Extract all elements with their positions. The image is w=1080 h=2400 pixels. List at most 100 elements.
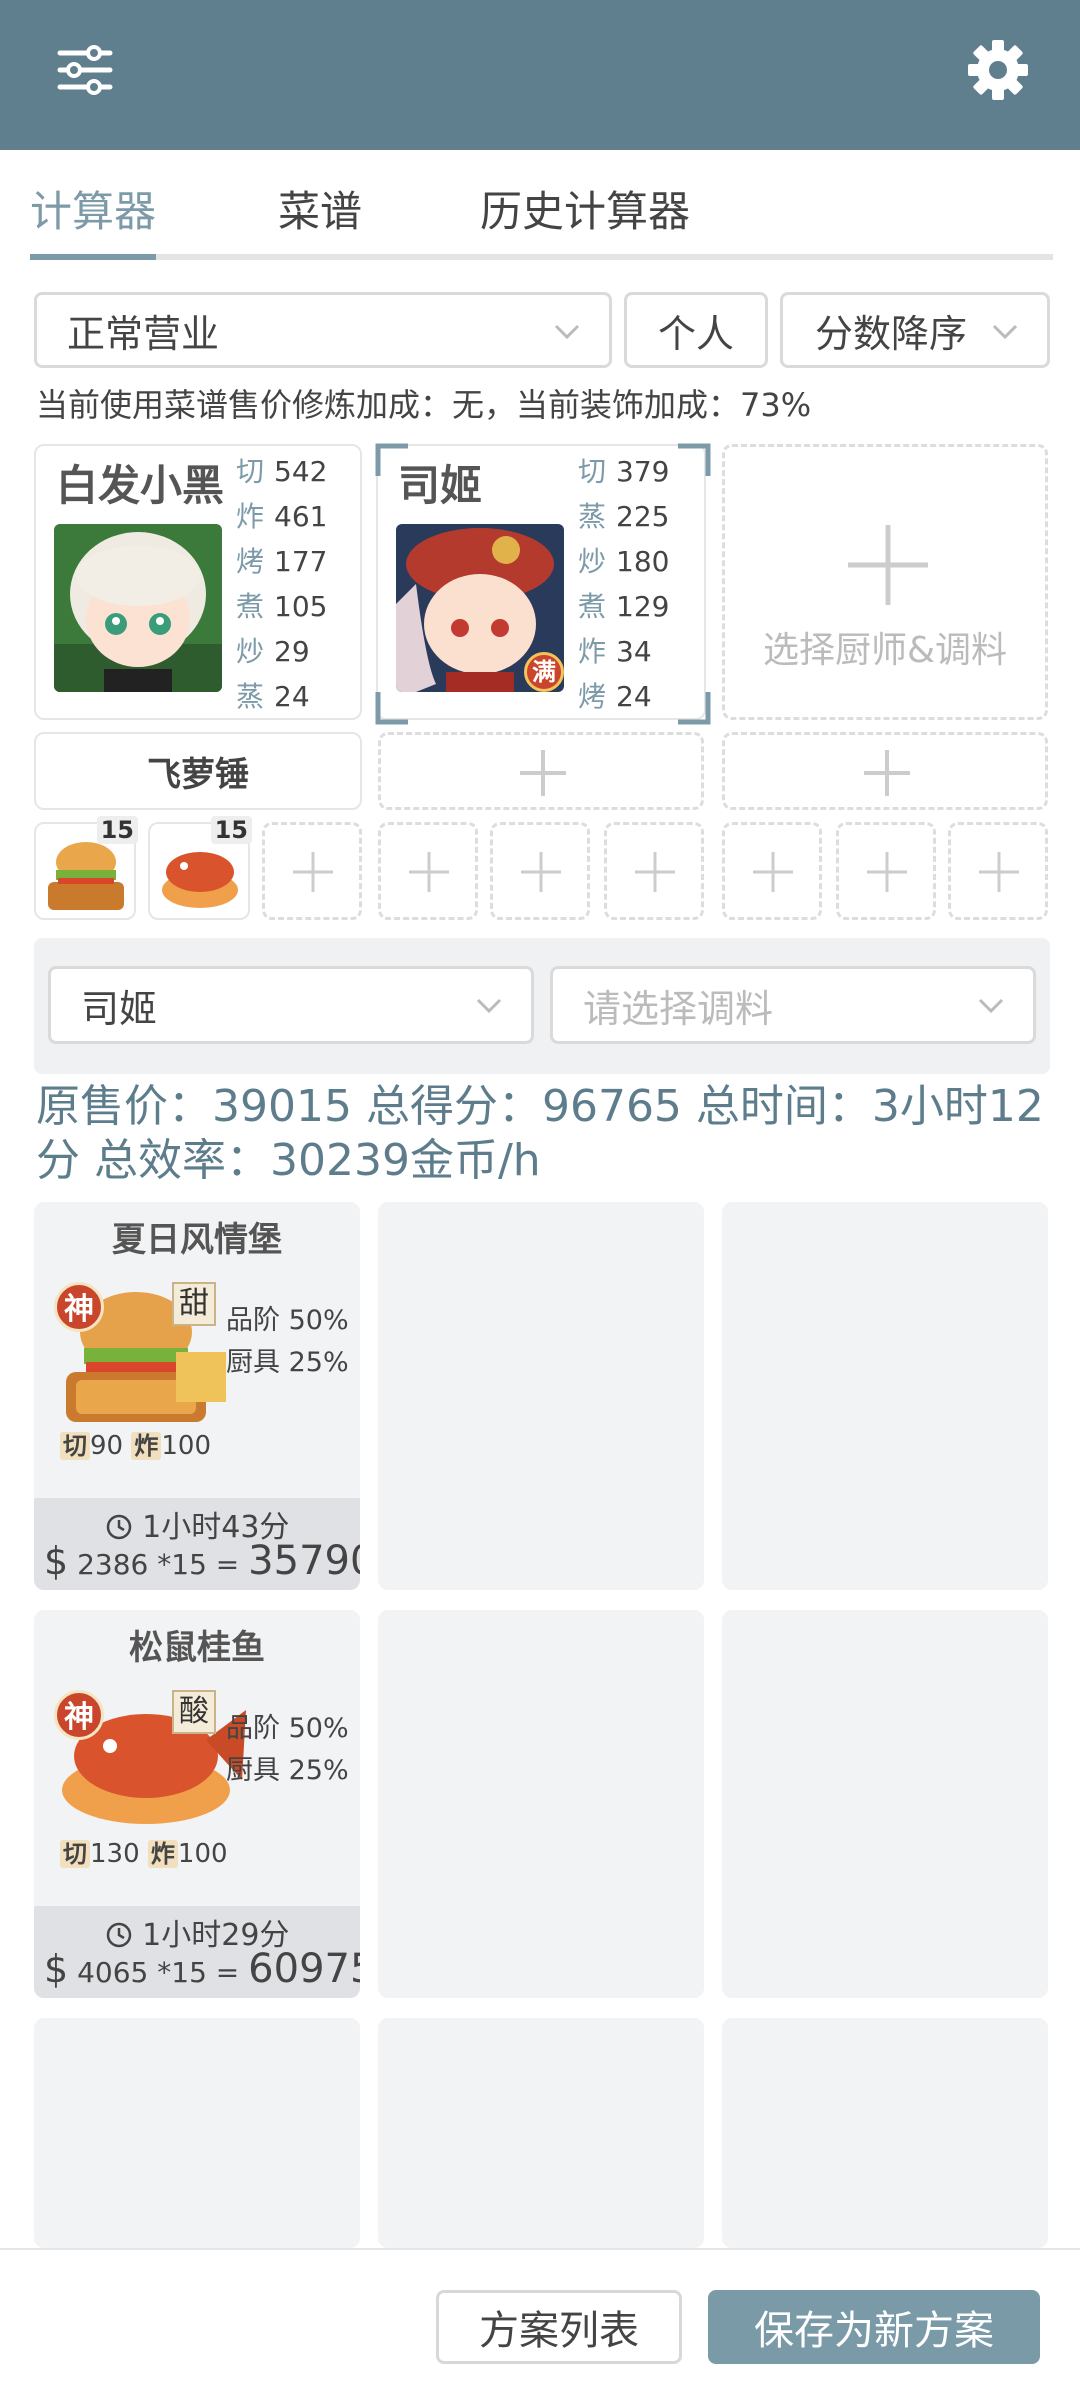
equipment-bonus: 厨具 25%: [226, 1347, 349, 1378]
food-slot-empty[interactable]: [604, 822, 704, 920]
seasoning-select-placeholder: 请选择调料: [583, 986, 774, 1031]
plus-icon: [635, 852, 675, 892]
equipment-slot-1[interactable]: 飞萝锤: [34, 732, 362, 810]
req-value: 90: [90, 1431, 124, 1461]
dollar-icon: $: [44, 1947, 69, 1991]
skill-value: 177: [274, 545, 328, 578]
food-slot-empty[interactable]: [948, 822, 1048, 920]
stat-row: 煮 129: [578, 585, 669, 630]
clock-icon: [106, 1514, 131, 1540]
recipe-name: 松鼠桂鱼: [129, 1628, 265, 1668]
equipment-slot-3[interactable]: [722, 732, 1048, 810]
burger-dish-icon: [48, 842, 124, 910]
price-calc: $ 4065 *15 = 60975: [44, 1946, 360, 1992]
skill-name: 炸: [578, 635, 607, 668]
recipe-slot-empty[interactable]: [378, 2018, 704, 2248]
tab-calculator[interactable]: 计算器: [30, 178, 156, 239]
recipe-slot-empty[interactable]: [378, 1610, 704, 1998]
plus-icon: [520, 750, 566, 796]
equipment-slot-2[interactable]: [378, 732, 704, 810]
stat-row: 蒸 225: [578, 495, 669, 540]
tab-track: [30, 254, 1053, 260]
recipe-slot-empty[interactable]: [722, 2018, 1048, 2248]
seasoning-panel: 司姬 请选择调料: [34, 938, 1050, 1074]
stat-row: 煮 105: [236, 585, 327, 630]
skill-value: 24: [274, 680, 310, 713]
req-value: 100: [161, 1431, 211, 1461]
recipe-card-1[interactable]: 夏日风情堡 神 甜 品阶 50% 厨具 25% 切 90 炸 100 1小时43分 …: [34, 1202, 360, 1590]
plus-icon: [521, 852, 561, 892]
plan-list-button[interactable]: 方案列表: [436, 2290, 682, 2364]
skill-value: 542: [274, 455, 328, 488]
recipe-card-2[interactable]: 松鼠桂鱼 神 酸 品阶 50% 厨具 25% 切 130 炸 100 1小时29分 …: [34, 1610, 360, 1998]
clock-icon: [106, 1922, 131, 1948]
skill-value: 105: [274, 590, 328, 623]
scope-select[interactable]: 个人: [624, 292, 768, 368]
food-count-badge: 15: [210, 816, 252, 844]
food-slot-1[interactable]: 15: [34, 816, 138, 920]
skill-name: 蒸: [578, 500, 607, 533]
sort-select[interactable]: 分数降序: [780, 292, 1050, 368]
taste-tag: 酸: [172, 1690, 216, 1734]
save-new-plan-button[interactable]: 保存为新方案: [708, 2290, 1040, 2364]
food-slot-empty[interactable]: [262, 822, 362, 920]
food-slot-empty[interactable]: [378, 822, 478, 920]
stat-row: 烤 24: [578, 675, 669, 720]
top-app-bar: [0, 0, 1080, 150]
chef-card-1[interactable]: 白发小黑 切 542 炸 461 烤 177 煮 105 炒 29 蒸 24: [34, 444, 362, 720]
rank-bonus: 品阶 50%: [226, 1305, 349, 1336]
unit-price: 2386 *15: [77, 1548, 207, 1581]
food-slot-empty[interactable]: [490, 822, 590, 920]
bottom-action-bar: 方案列表 保存为新方案: [0, 2248, 1080, 2400]
recipe-slot-empty[interactable]: [378, 1202, 704, 1590]
sort-select-value: 分数降序: [815, 311, 968, 356]
stat-row: 烤 177: [236, 540, 327, 585]
chef-card-2[interactable]: 司姬 满 切 379 蒸 225 炒 180 煮 129 炸 34 烤 24: [375, 443, 711, 725]
recipe-slot-empty[interactable]: [722, 1610, 1048, 1998]
chef-portrait: [54, 524, 222, 692]
skill-value: 24: [616, 680, 652, 713]
equipment-name: 飞萝锤: [147, 754, 249, 795]
chevron-down-icon: [992, 324, 1018, 340]
skill-name: 切: [578, 455, 607, 488]
tab-history-calculator[interactable]: 历史计算器: [480, 178, 690, 239]
tab-bar: 计算器 菜谱 历史计算器: [30, 150, 1053, 262]
taste-tag: 甜: [172, 1282, 216, 1326]
food-slot-empty[interactable]: [722, 822, 822, 920]
stat-row: 炒 180: [578, 540, 669, 585]
add-chef-label: 选择厨师&调料: [762, 630, 1008, 671]
food-slot-2[interactable]: 15: [148, 816, 252, 920]
mode-select[interactable]: 正常营业: [34, 292, 612, 368]
stat-row: 切 542: [236, 450, 327, 495]
req-value: 100: [177, 1839, 228, 1869]
max-badge: 满: [524, 652, 564, 692]
plus-icon: [864, 750, 910, 796]
recipe-requirements: 切 90 炸 100: [60, 1426, 211, 1461]
rank-badge: 神: [54, 1690, 104, 1740]
equals-sign: =: [215, 1548, 240, 1581]
skill-name: 烤: [236, 545, 265, 578]
add-chef-slot[interactable]: 选择厨师&调料: [722, 444, 1048, 720]
food-count-badge: 15: [96, 816, 138, 844]
stat-row: 蒸 24: [236, 675, 327, 720]
seasoning-select[interactable]: 请选择调料: [550, 966, 1036, 1044]
dollar-icon: $: [44, 1539, 69, 1583]
skill-value: 129: [616, 590, 670, 623]
bonus-info-text: 当前使用菜谱售价修炼加成：无，当前装饰加成：73%: [36, 386, 812, 424]
sliders-icon[interactable]: [50, 35, 120, 105]
skill-name: 煮: [236, 590, 265, 623]
req-skill: 切: [60, 1432, 90, 1460]
chevron-down-icon: [554, 324, 580, 340]
chef-select[interactable]: 司姬: [48, 966, 534, 1044]
recipe-slot-empty[interactable]: [722, 1202, 1048, 1590]
skill-value: 461: [274, 500, 328, 533]
mode-select-value: 正常营业: [67, 311, 220, 356]
tab-recipes[interactable]: 菜谱: [278, 178, 362, 239]
chevron-down-icon: [978, 998, 1004, 1014]
recipe-slot-empty[interactable]: [34, 2018, 360, 2248]
gear-icon[interactable]: [960, 32, 1036, 108]
food-slot-empty[interactable]: [836, 822, 936, 920]
equipment-bonus: 厨具 25%: [226, 1755, 349, 1786]
recipe-footer: 1小时43分 $ 2386 *15 = 35790: [34, 1498, 360, 1590]
chef-stats: 切 542 炸 461 烤 177 煮 105 炒 29 蒸 24: [236, 450, 327, 720]
